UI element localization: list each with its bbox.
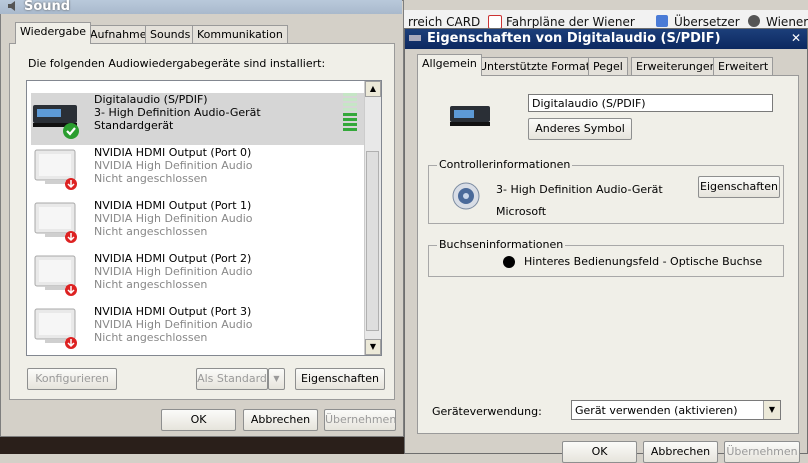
set-default-dropdown-arrow[interactable]: ▼: [268, 368, 285, 390]
device-properties-button[interactable]: Eigenschaften: [295, 368, 385, 390]
bg-link-wiener[interactable]: Wiener: [766, 15, 808, 29]
monitor-icon: [34, 149, 77, 190]
device-driver: NVIDIA High Definition Audio: [94, 212, 253, 225]
device-driver: NVIDIA High Definition Audio: [94, 265, 253, 278]
tab-kommunikation[interactable]: Kommunikation: [192, 25, 288, 44]
level-meter: [343, 93, 357, 133]
bg-link-uebersetzer[interactable]: Übersetzer: [674, 15, 740, 29]
device-driver: NVIDIA High Definition Audio: [94, 159, 253, 172]
device-name-field[interactable]: [528, 94, 773, 112]
chevron-down-icon[interactable]: ▼: [763, 401, 780, 419]
bg-link-card[interactable]: rreich CARD: [408, 15, 480, 29]
globe-icon: [748, 15, 760, 27]
jack-info-label: Buchseninformationen: [437, 238, 566, 251]
spdif-device-icon: [450, 106, 490, 126]
device-name: NVIDIA HDMI Output (Port 3): [94, 305, 252, 318]
tab-erweiterungen[interactable]: Erweiterungen: [631, 57, 722, 76]
list-item-hdmi-port1[interactable]: NVIDIA HDMI Output (Port 1) NVIDIA High …: [31, 199, 367, 251]
device-status: Nicht angeschlossen: [94, 331, 208, 344]
device-name: Digitalaudio (S/PDIF): [94, 93, 208, 106]
monitor-icon: [34, 308, 77, 349]
device-name: NVIDIA HDMI Output (Port 2): [94, 252, 252, 265]
list-item-digitalaudio[interactable]: Digitalaudio (S/PDIF) 3- High Definition…: [31, 93, 367, 145]
controller-properties-button[interactable]: Eigenschaften: [698, 176, 780, 198]
bg-link-fahrplaene[interactable]: Fahrpläne der Wiener: [506, 15, 635, 29]
tab-pegel[interactable]: Pegel: [588, 57, 628, 76]
properties-apply-button[interactable]: Übernehmen: [724, 441, 800, 463]
device-usage-select[interactable]: Gerät verwenden (aktivieren) ▼: [571, 400, 781, 420]
list-item-hdmi-port0[interactable]: NVIDIA HDMI Output (Port 0) NVIDIA High …: [31, 146, 367, 198]
desktop-background: [0, 437, 404, 454]
device-name: NVIDIA HDMI Output (Port 1): [94, 199, 252, 212]
device-small-icon: [409, 35, 421, 41]
tab-unterstuetzte-formate[interactable]: Unterstützte Formate: [474, 57, 602, 76]
device-status: Nicht angeschlossen: [94, 278, 208, 291]
device-status: Nicht angeschlossen: [94, 225, 208, 238]
tab-allgemein[interactable]: Allgemein: [417, 54, 482, 76]
device-name: NVIDIA HDMI Output (Port 0): [94, 146, 252, 159]
properties-cancel-button[interactable]: Abbrechen: [643, 441, 718, 463]
controller-info-label: Controllerinformationen: [437, 158, 573, 171]
tab-erweitert[interactable]: Erweitert: [713, 57, 774, 76]
bookmark-icon: [488, 15, 502, 29]
controller-name: 3- High Definition Audio-Gerät: [496, 183, 663, 196]
scroll-down-button[interactable]: ▼: [365, 339, 381, 355]
device-usage-label: Geräteverwendung:: [432, 405, 542, 418]
translate-icon: [656, 15, 668, 27]
device-status: Nicht angeschlossen: [94, 172, 208, 185]
sound-titlebar[interactable]: Sound: [0, 0, 402, 14]
device-usage-value: Gerät verwenden (aktivieren): [575, 404, 738, 417]
monitor-icon: [34, 255, 77, 296]
sound-apply-button[interactable]: Übernehmen: [324, 409, 396, 431]
tab-aufnahme[interactable]: Aufnahme: [85, 25, 152, 44]
controller-vendor: Microsoft: [496, 205, 547, 218]
scroll-up-button[interactable]: ▲: [365, 81, 381, 97]
sound-cancel-button[interactable]: Abbrechen: [243, 409, 318, 431]
properties-window-title: Eigenschaften von Digitalaudio (S/PDIF): [427, 31, 721, 46]
tab-sounds[interactable]: Sounds: [145, 25, 196, 44]
device-status: Standardgerät: [94, 119, 174, 132]
tab-wiedergabe[interactable]: Wiedergabe: [15, 22, 92, 44]
list-item-hdmi-port3[interactable]: NVIDIA HDMI Output (Port 3) NVIDIA High …: [31, 305, 367, 355]
speaker-icon: [8, 1, 15, 11]
device-list-scrollbar[interactable]: ▲ ▼: [364, 81, 381, 355]
configure-button[interactable]: Konfigurieren: [27, 368, 117, 390]
monitor-icon: [34, 202, 77, 243]
device-driver: 3- High Definition Audio-Gerät: [94, 106, 261, 119]
device-driver: NVIDIA High Definition Audio: [94, 318, 253, 331]
jack-color-dot: [503, 256, 515, 268]
scroll-thumb[interactable]: [366, 151, 379, 331]
properties-ok-button[interactable]: OK: [562, 441, 637, 463]
sound-ok-button[interactable]: OK: [161, 409, 236, 431]
audio-controller-icon: [452, 182, 480, 210]
sound-window-title: Sound: [24, 0, 71, 14]
devices-intro-text: Die folgenden Audiowiedergabegeräte sind…: [28, 57, 326, 70]
playback-device-list[interactable]: Digitalaudio (S/PDIF) 3- High Definition…: [26, 80, 382, 356]
spdif-device-icon: [33, 105, 79, 139]
change-icon-button[interactable]: Anderes Symbol: [528, 118, 632, 140]
jack-description: Hinteres Bedienungsfeld - Optische Buchs…: [524, 255, 763, 268]
set-default-button[interactable]: Als Standard: [196, 368, 268, 390]
properties-titlebar[interactable]: Eigenschaften von Digitalaudio (S/PDIF) …: [405, 29, 807, 49]
list-item-hdmi-port2[interactable]: NVIDIA HDMI Output (Port 2) NVIDIA High …: [31, 252, 367, 304]
close-icon[interactable]: ✕: [791, 31, 801, 45]
